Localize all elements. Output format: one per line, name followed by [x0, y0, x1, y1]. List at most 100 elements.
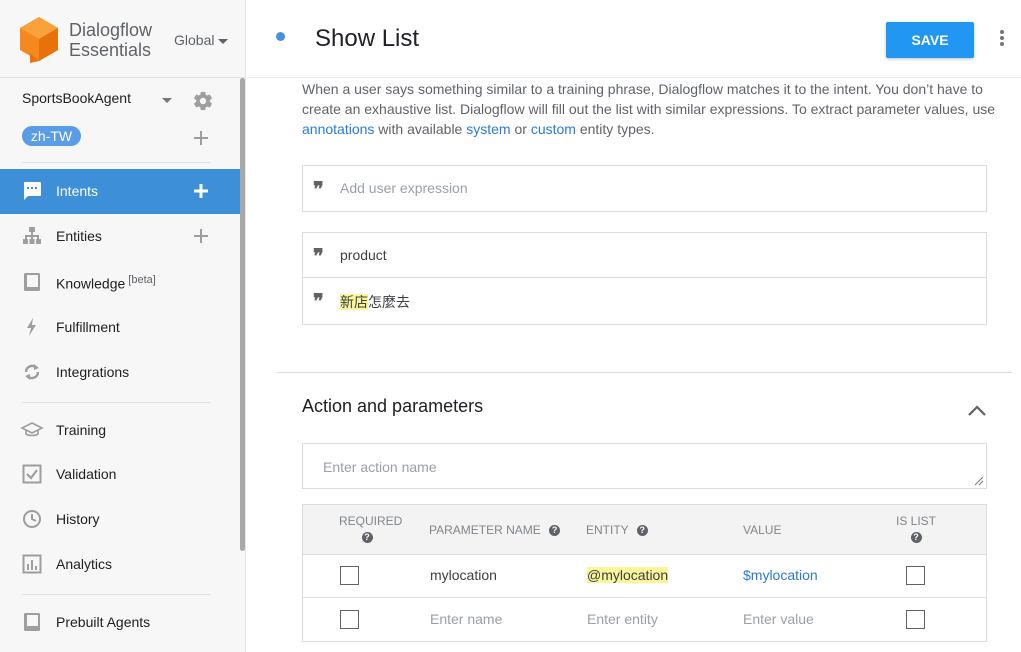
help-text: entity types.: [579, 121, 655, 137]
sidebar-item-entities[interactable]: Entities: [0, 214, 241, 259]
intent-title[interactable]: Show List: [315, 25, 419, 53]
training-phrases-list: ❞ product ❞ 新店怎麼去: [302, 232, 987, 325]
beta-tag: [beta]: [128, 274, 156, 286]
sidebar: Dialogflow Essentials Global SportsBookA…: [0, 0, 246, 652]
help-icon[interactable]: ?: [636, 525, 648, 537]
book-icon: [24, 273, 40, 291]
language-chip[interactable]: zh-TW: [22, 126, 81, 146]
col-required-label: REQUIRED: [339, 514, 403, 528]
region-label: Global: [174, 32, 215, 48]
save-button[interactable]: SAVE: [886, 22, 974, 58]
sidebar-scrollbar[interactable]: [240, 78, 245, 551]
parameter-name-field[interactable]: mylocation: [430, 567, 497, 583]
required-checkbox[interactable]: [340, 566, 359, 585]
add-entity-plus-icon[interactable]: [194, 229, 208, 243]
sidebar-item-knowledge[interactable]: Knowledge [beta]: [0, 260, 241, 305]
annotations-link[interactable]: annotations: [302, 121, 374, 137]
col-name-label: PARAMETER NAME: [429, 523, 541, 537]
help-icon[interactable]: ?: [361, 532, 373, 544]
col-is-list-label: IS LIST: [895, 514, 936, 528]
bar-chart-icon: [22, 554, 42, 574]
chevron-down-icon: [218, 38, 229, 44]
hierarchy-icon: [23, 227, 41, 244]
system-link[interactable]: system: [466, 121, 510, 137]
training-phrase-row[interactable]: ❞ product: [303, 233, 986, 278]
sidebar-item-label: Prebuilt Agents: [56, 614, 151, 630]
parameter-row: mylocation @mylocation $mylocation: [303, 555, 986, 598]
add-intent-plus-icon[interactable]: [194, 184, 208, 198]
intent-status-dot-icon: [276, 32, 285, 41]
resize-handle-icon[interactable]: [974, 476, 984, 486]
action-name-input[interactable]: Enter action name: [302, 443, 987, 489]
col-entity: ENTITY ?: [586, 523, 648, 537]
col-parameter-name: PARAMETER NAME ?: [429, 523, 561, 537]
divider: [22, 594, 211, 595]
parameter-entity-field[interactable]: @mylocation: [587, 567, 669, 583]
more-vert-icon[interactable]: [998, 28, 1006, 48]
add-expression-row[interactable]: ❞ Add user expression: [303, 166, 986, 211]
dialogflow-logo-icon[interactable]: [20, 17, 58, 63]
dialogflow-console: Dialogflow Essentials Global SportsBookA…: [0, 0, 1021, 652]
graduation-cap-icon: [20, 422, 44, 437]
sidebar-item-training[interactable]: Training: [0, 408, 241, 453]
knowledge-label: Knowledge: [56, 275, 126, 292]
chat-bubble-icon: [24, 182, 41, 200]
quote-icon: ❞: [313, 289, 324, 313]
add-expression-input[interactable]: Add user expression: [340, 180, 468, 196]
parameter-row-new: Enter name Enter entity Enter value: [303, 599, 986, 642]
sidebar-item-history[interactable]: History: [0, 497, 241, 542]
add-language-plus-icon[interactable]: [194, 131, 208, 145]
annotated-entity-highlight[interactable]: 新店: [340, 294, 368, 310]
checkbox-check-icon: [22, 464, 42, 484]
sidebar-item-validation[interactable]: Validation: [0, 452, 241, 497]
sidebar-item-label: Fulfillment: [56, 319, 120, 335]
required-checkbox[interactable]: [340, 610, 359, 629]
is-list-checkbox[interactable]: [906, 566, 925, 585]
gear-icon[interactable]: [192, 90, 214, 112]
custom-link[interactable]: custom: [531, 121, 576, 137]
chevron-down-icon: [162, 98, 172, 103]
col-entity-label: ENTITY: [586, 523, 629, 537]
parameter-entity-input[interactable]: Enter entity: [587, 611, 658, 627]
parameter-value-input[interactable]: Enter value: [743, 611, 814, 627]
sidebar-item-prebuilt-agents[interactable]: Prebuilt Agents: [0, 600, 241, 645]
sidebar-item-label: Analytics: [56, 556, 113, 572]
sidebar-item-integrations[interactable]: Integrations: [0, 350, 241, 395]
sidebar-item-label: Integrations: [56, 364, 130, 380]
clock-icon: [23, 510, 41, 528]
brand-header: Dialogflow Essentials Global: [0, 0, 245, 78]
is-list-checkbox[interactable]: [906, 610, 925, 629]
parameter-name-input[interactable]: Enter name: [430, 611, 502, 627]
lightning-bolt-icon: [27, 318, 36, 336]
col-is-list: IS LIST ?: [889, 514, 943, 544]
training-phrase-row[interactable]: ❞ 新店怎麼去: [303, 278, 986, 323]
help-text: When a user says something similar to a …: [302, 81, 996, 117]
help-text: or: [514, 121, 527, 137]
divider: [22, 402, 211, 403]
chevron-up-icon[interactable]: [967, 403, 987, 417]
agent-selector[interactable]: SportsBookAgent: [22, 90, 222, 112]
training-phrases-help: When a user says something similar to a …: [302, 79, 1002, 139]
region-selector[interactable]: Global: [174, 32, 229, 48]
actions-section-title: Action and parameters: [302, 396, 484, 416]
section-divider: [277, 372, 1012, 373]
sidebar-item-label: History: [56, 511, 100, 527]
training-phrase-text[interactable]: 新店怎麼去: [340, 292, 410, 312]
product-name-line1: Dialogflow: [69, 20, 153, 40]
quote-icon: ❞: [313, 177, 324, 201]
help-icon[interactable]: ?: [549, 525, 561, 537]
help-icon[interactable]: ?: [910, 532, 922, 544]
sidebar-item-analytics[interactable]: Analytics: [0, 542, 241, 587]
quote-icon: ❞: [313, 244, 324, 268]
divider: [22, 162, 211, 163]
training-phrase-text[interactable]: product: [340, 247, 387, 263]
sidebar-item-fulfillment[interactable]: Fulfillment: [0, 305, 241, 350]
parameters-table-header: REQUIRED ? PARAMETER NAME ? ENTITY ? VAL…: [303, 505, 986, 555]
col-value: VALUE: [743, 523, 782, 537]
sidebar-item-intents[interactable]: Intents: [0, 169, 241, 214]
product-name-line2: Essentials: [69, 40, 152, 60]
add-expression-box[interactable]: ❞ Add user expression: [302, 165, 987, 212]
parameter-value-field[interactable]: $mylocation: [743, 567, 818, 583]
parameters-table: REQUIRED ? PARAMETER NAME ? ENTITY ? VAL…: [302, 504, 987, 642]
col-required: REQUIRED ?: [339, 514, 403, 544]
